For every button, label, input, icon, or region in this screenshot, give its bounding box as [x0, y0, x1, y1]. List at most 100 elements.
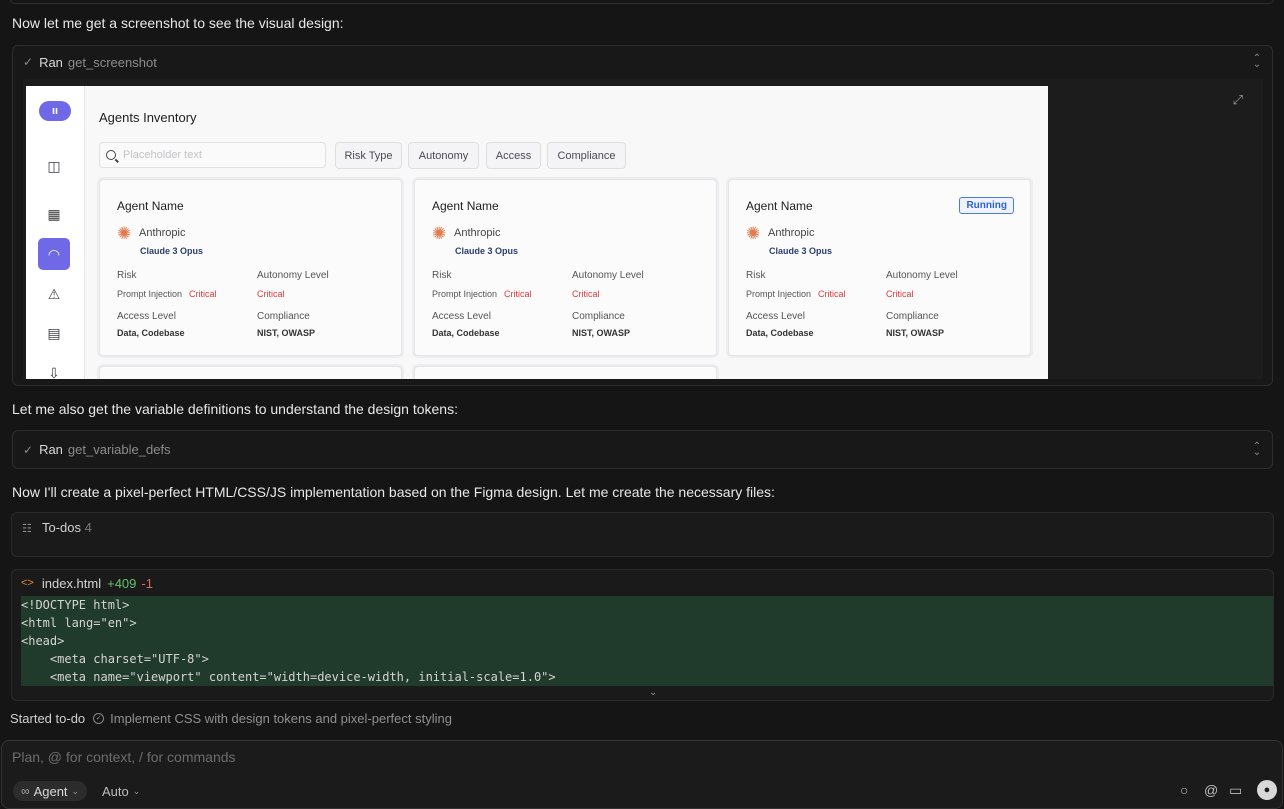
- microphone-icon[interactable]: ●: [1257, 780, 1277, 800]
- filter-compliance[interactable]: Compliance: [547, 142, 626, 169]
- risk-level: Critical: [818, 289, 846, 299]
- preview-sidebar: ιι ◫ ▦ ◠ ⚠ ▤ ⇩: [26, 86, 85, 379]
- tool-call-get-screenshot: ✓ Ran get_screenshot ⌃ ⌄ ⤢ ιι ◫ ▦ ◠ ⚠ ▤ ⇩…: [12, 45, 1273, 386]
- tool-call-get-variable-defs: ✓ Ran get_variable_defs ⌃ ⌄: [12, 430, 1273, 469]
- compliance-value: NIST, OWASP: [886, 328, 945, 338]
- risk-level: Critical: [504, 289, 532, 299]
- access-label: Access Level: [117, 311, 176, 322]
- todo-list[interactable]: ☷ To-dos 4: [11, 512, 1274, 557]
- assistant-message: Now I'll create a pixel-perfect HTML/CSS…: [12, 484, 775, 500]
- agent-name: Agent Name: [117, 199, 184, 213]
- file-download-icon[interactable]: ⇩: [38, 357, 70, 380]
- panel-toggle-icon[interactable]: ◫: [38, 150, 70, 182]
- access-label: Access Level: [432, 311, 491, 322]
- lines-removed: -1: [141, 575, 153, 591]
- access-label: Access Level: [746, 311, 805, 322]
- maximize-icon[interactable]: ⤢: [1233, 92, 1243, 108]
- model-name: Claude 3 Opus: [455, 246, 519, 256]
- file-scan-icon[interactable]: ▤: [38, 317, 70, 349]
- preview-app: ιι ◫ ▦ ◠ ⚠ ▤ ⇩ Agents Inventory Risk Typ…: [26, 86, 1048, 379]
- screenshot-preview: ⤢ ιι ◫ ▦ ◠ ⚠ ▤ ⇩ Agents Inventory Risk T…: [23, 79, 1263, 379]
- risk-label: Risk: [432, 270, 452, 281]
- anthropic-icon: ✺: [117, 224, 132, 243]
- provider-name: Anthropic: [768, 227, 815, 239]
- provider-name: Anthropic: [454, 227, 501, 239]
- stop-circle-icon[interactable]: ○: [1180, 782, 1188, 798]
- agent-mode-button[interactable]: ∞ Agent ⌄: [13, 781, 88, 801]
- autonomy-value: Critical: [886, 289, 914, 299]
- chevron-down-icon[interactable]: ⌄: [649, 687, 657, 698]
- search-box[interactable]: [99, 142, 326, 168]
- code-icon: <>: [21, 577, 34, 589]
- page-title: Agents Inventory: [99, 110, 197, 125]
- filter-access[interactable]: Access: [486, 142, 541, 169]
- status-badge: Running: [959, 197, 1014, 214]
- agent-card-partial[interactable]: [414, 366, 717, 379]
- file-edit-block: <> index.html +409 -1 <!DOCTYPE html> <h…: [11, 569, 1274, 701]
- mode-label: Agent: [33, 783, 68, 799]
- app-logo: ιι: [39, 101, 71, 121]
- status-text: Implement CSS with design tokens and pix…: [110, 711, 452, 726]
- risk-type: Prompt Injection: [117, 289, 183, 299]
- agent-card[interactable]: Agent Name ✺ Anthropic Claude 3 Opus Ris…: [414, 179, 717, 356]
- tool-name: get_screenshot: [67, 54, 157, 70]
- model-select-button[interactable]: Auto ⌄: [102, 781, 140, 801]
- model-name: Claude 3 Opus: [769, 246, 833, 256]
- warning-icon[interactable]: ⚠: [38, 278, 70, 310]
- assistant-message: Now let me get a screenshot to see the v…: [12, 15, 344, 31]
- agent-name: Agent Name: [432, 199, 499, 213]
- code-line: <!DOCTYPE html>: [21, 598, 130, 612]
- file-name: index.html: [41, 575, 102, 591]
- search-input[interactable]: [123, 149, 313, 161]
- expand-collapse-icon[interactable]: ⌃ ⌄: [1252, 54, 1262, 70]
- tool-status: Ran: [39, 442, 63, 457]
- chat-input[interactable]: [12, 749, 1112, 769]
- autonomy-label: Autonomy Level: [257, 270, 329, 281]
- autonomy-value: Critical: [572, 289, 600, 299]
- chat-composer: ∞ Agent ⌄ Auto ⌄ ○ @ ▭ ●: [1, 740, 1283, 809]
- code-line: <meta name="viewport" content="width=dev…: [21, 670, 556, 684]
- compliance-label: Compliance: [572, 311, 625, 322]
- tool-call-header[interactable]: ✓ Ran get_variable_defs ⌃ ⌄: [13, 431, 1272, 468]
- todo-count: 4: [84, 520, 92, 535]
- expand-collapse-icon[interactable]: ⌃ ⌄: [1252, 441, 1262, 457]
- code-line: <head>: [21, 634, 65, 648]
- code-line: <meta charset="UTF-8">: [21, 652, 209, 666]
- autonomy-value: Critical: [257, 289, 285, 299]
- image-icon[interactable]: ▭: [1229, 782, 1242, 799]
- circle-check-icon: ✓: [93, 713, 105, 724]
- chevron-down-icon: ⌄: [71, 785, 80, 796]
- compliance-label: Compliance: [886, 311, 939, 322]
- provider-name: Anthropic: [139, 227, 186, 239]
- risk-type: Prompt Injection: [746, 289, 812, 299]
- filter-risk-type[interactable]: Risk Type: [335, 142, 402, 169]
- tool-call-header[interactable]: ✓ Ran get_screenshot ⌃ ⌄: [13, 46, 1272, 78]
- lines-added: +409: [107, 575, 137, 591]
- risk-label: Risk: [746, 270, 766, 281]
- todo-header: To-dos 4: [42, 520, 92, 535]
- grid-icon[interactable]: ▦: [38, 198, 70, 230]
- compliance-value: NIST, OWASP: [572, 328, 631, 338]
- tool-name: get_variable_defs: [67, 442, 171, 457]
- compliance-value: NIST, OWASP: [257, 328, 316, 338]
- compliance-label: Compliance: [257, 311, 310, 322]
- agent-card[interactable]: Agent Name Running ✺ Anthropic Claude 3 …: [728, 179, 1031, 356]
- access-value: Data, Codebase: [117, 328, 185, 338]
- risk-type: Prompt Injection: [432, 289, 498, 299]
- agent-icon[interactable]: ◠: [38, 238, 70, 270]
- model-label: Auto: [102, 783, 129, 799]
- access-value: Data, Codebase: [432, 328, 500, 338]
- agent-card-partial[interactable]: [99, 366, 402, 379]
- check-icon: ✓: [23, 442, 34, 457]
- assistant-message: Let me also get the variable definitions…: [12, 401, 458, 417]
- infinity-icon: ∞: [21, 784, 30, 798]
- file-edit-header[interactable]: <> index.html +409 -1: [12, 570, 1273, 596]
- autonomy-label: Autonomy Level: [886, 270, 958, 281]
- agent-card[interactable]: Agent Name ✺ Anthropic Claude 3 Opus Ris…: [99, 179, 402, 356]
- filter-autonomy[interactable]: Autonomy: [408, 142, 479, 169]
- at-mention-icon[interactable]: @: [1204, 782, 1218, 798]
- tool-status: Ran: [39, 54, 63, 70]
- status-label: Started to-do: [10, 711, 86, 726]
- model-name: Claude 3 Opus: [140, 246, 204, 256]
- anthropic-icon: ✺: [746, 224, 761, 243]
